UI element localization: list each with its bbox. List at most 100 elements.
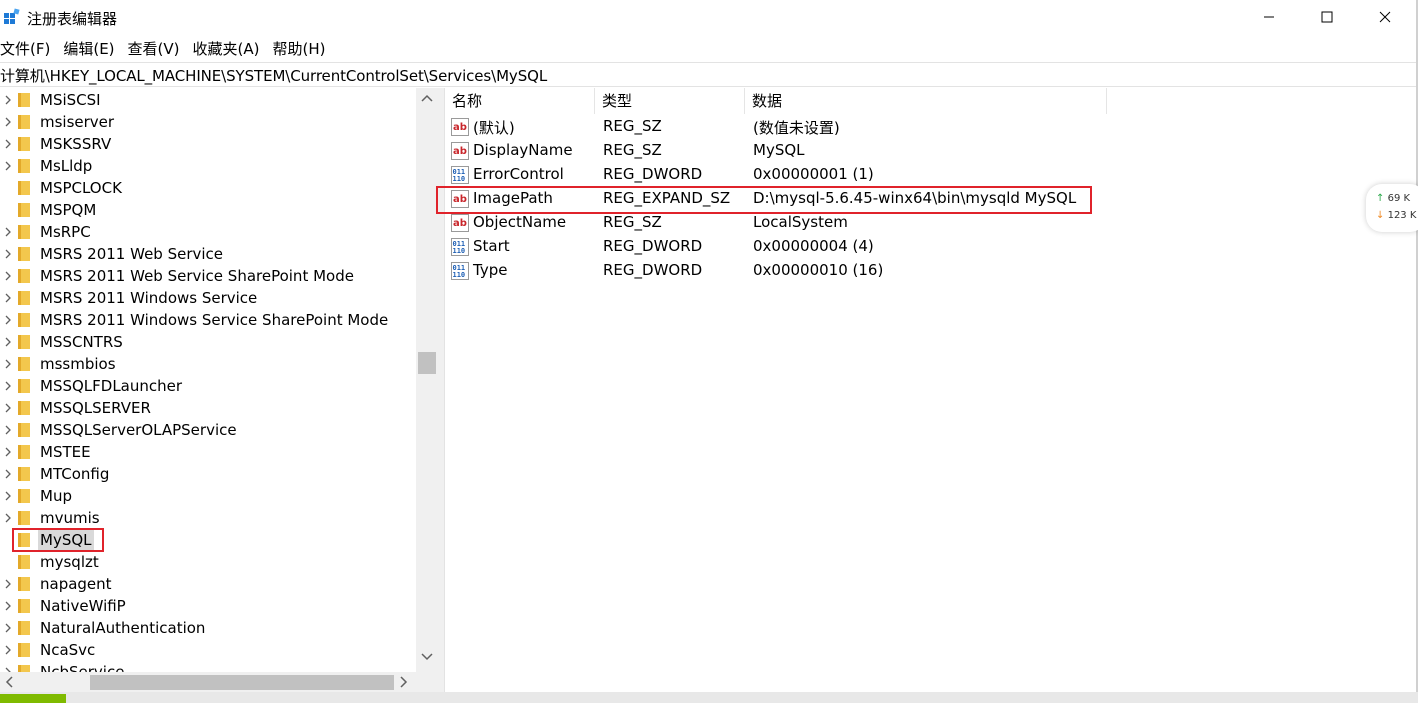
folder-icon [18, 555, 30, 569]
chevron-right-icon[interactable] [3, 578, 13, 590]
value-row[interactable]: 011 110 Start REG_DWORD 0x00000004 (4) [445, 235, 1145, 259]
tree-item[interactable]: MSKSSRV [0, 133, 416, 155]
tree-item[interactable]: MSPCLOCK [0, 177, 416, 199]
chevron-right-icon[interactable] [3, 402, 13, 414]
tree-item[interactable]: MSSQLFDLauncher [0, 375, 416, 397]
chevron-right-icon[interactable] [3, 468, 13, 480]
value-name: ErrorControl [473, 165, 564, 183]
menu-file[interactable]: 文件(F) [0, 38, 57, 60]
minimize-button[interactable] [1240, 0, 1298, 34]
tree-item-label: mysqlzt [40, 553, 99, 571]
tree-item[interactable]: MSRS 2011 Web Service SharePoint Mode [0, 265, 416, 287]
folder-icon [18, 269, 30, 283]
tree-item[interactable]: msiserver [0, 111, 416, 133]
value-name: Type [473, 261, 508, 279]
tree-item[interactable]: MsRPC [0, 221, 416, 243]
chevron-right-icon[interactable] [3, 138, 13, 150]
tree-item[interactable]: NativeWifiP [0, 595, 416, 617]
value-row[interactable]: 011 110 Type REG_DWORD 0x00000010 (16) [445, 259, 1145, 283]
chevron-right-icon[interactable] [3, 380, 13, 392]
column-header-type[interactable]: 类型 [595, 88, 745, 114]
chevron-right-icon[interactable] [3, 248, 13, 260]
chevron-right-icon[interactable] [3, 94, 13, 106]
menu-view[interactable]: 查看(V) [128, 38, 187, 60]
network-speed-widget[interactable]: ↑ 69 K ↓ 123 K [1366, 184, 1418, 232]
value-row[interactable]: ab DisplayName REG_SZ MySQL [445, 139, 1145, 163]
tree-item[interactable]: napagent [0, 573, 416, 595]
tree-item[interactable]: MSPQM [0, 199, 416, 221]
column-header-name[interactable]: 名称 [445, 88, 595, 114]
maximize-button[interactable] [1298, 0, 1356, 34]
chevron-right-icon[interactable] [3, 512, 13, 524]
chevron-right-icon[interactable] [3, 446, 13, 458]
chevron-right-icon[interactable] [3, 600, 13, 612]
folder-icon [18, 181, 30, 195]
column-header-data[interactable]: 数据 [745, 88, 1107, 114]
chevron-right-icon[interactable] [3, 622, 13, 634]
tree-item[interactable]: MSiSCSI [0, 89, 416, 111]
chevron-right-icon[interactable] [3, 424, 13, 436]
menu-edit[interactable]: 编辑(E) [63, 38, 121, 60]
value-type: REG_DWORD [603, 165, 703, 183]
tree-item[interactable]: MSSCNTRS [0, 331, 416, 353]
tree-vertical-scrollbar[interactable] [416, 88, 438, 672]
tree-item[interactable]: mssmbios [0, 353, 416, 375]
address-path[interactable]: 计算机\HKEY_LOCAL_MACHINE\SYSTEM\CurrentCon… [0, 65, 547, 86]
value-row[interactable]: ab (默认) REG_SZ (数值未设置) [445, 115, 1145, 139]
chevron-right-icon[interactable] [3, 160, 13, 172]
value-data: MySQL [753, 141, 805, 159]
tree-item[interactable]: mysqlzt [0, 551, 416, 573]
binary-value-icon: 011110 [451, 166, 469, 184]
chevron-right-icon[interactable] [3, 314, 13, 326]
menu-help[interactable]: 帮助(H) [272, 38, 332, 60]
tree-item-label: MSiSCSI [40, 91, 101, 109]
menu-favorites[interactable]: 收藏夹(A) [193, 38, 267, 60]
tree-horizontal-scroll-thumb[interactable] [90, 675, 394, 690]
chevron-right-icon[interactable] [3, 292, 13, 304]
chevron-right-icon[interactable] [3, 226, 13, 238]
value-data: LocalSystem [753, 213, 848, 231]
tree-item-label: NaturalAuthentication [40, 619, 206, 637]
scroll-down-icon[interactable] [421, 652, 433, 662]
tree-item[interactable]: mvumis [0, 507, 416, 529]
value-data: 0x00000004 (4) [753, 237, 874, 255]
chevron-right-icon[interactable] [3, 270, 13, 282]
tree-vertical-scroll-thumb[interactable] [418, 352, 436, 374]
mysql-highlight-box [12, 528, 104, 552]
tree-item[interactable]: MSTEE [0, 441, 416, 463]
tree-item[interactable]: MSSQLSERVER [0, 397, 416, 419]
key-tree-pane[interactable]: MSiSCSI msiserver MSKSSRV MsLldp MSPCLOCK MSP… [0, 88, 438, 692]
value-row[interactable]: ab ObjectName REG_SZ LocalSystem [445, 211, 1145, 235]
close-button[interactable] [1356, 0, 1414, 34]
tree-item[interactable]: NcaSvc [0, 639, 416, 661]
tree-horizontal-scrollbar[interactable] [0, 672, 416, 692]
tree-item[interactable]: MSRS 2011 Web Service [0, 243, 416, 265]
chevron-right-icon[interactable] [3, 644, 13, 656]
tree-item[interactable]: MSSQLServerOLAPService [0, 419, 416, 441]
tree-item[interactable]: NaturalAuthentication [0, 617, 416, 639]
tree-item[interactable]: MsLldp [0, 155, 416, 177]
folder-icon [18, 423, 30, 437]
tree-item[interactable]: MSRS 2011 Windows Service SharePoint Mod… [0, 309, 416, 331]
scroll-left-icon[interactable] [4, 676, 14, 688]
folder-icon [18, 577, 30, 591]
values-pane[interactable]: 名称 类型 数据 ab (默认) REG_SZ (数值未设置) ab DisplayNam… [436, 88, 1416, 692]
chevron-right-icon[interactable] [3, 336, 13, 348]
folder-icon [18, 203, 30, 217]
tree-item-label: MSKSSRV [40, 135, 112, 153]
tree-item[interactable]: Mup [0, 485, 416, 507]
chevron-right-icon[interactable] [3, 116, 13, 128]
scroll-up-icon[interactable] [421, 93, 433, 103]
tree-item[interactable]: MSRS 2011 Windows Service [0, 287, 416, 309]
value-row[interactable]: 011 110 ErrorControl REG_DWORD 0x00000001 (1… [445, 163, 1145, 187]
chevron-right-icon[interactable] [3, 358, 13, 370]
minimize-icon [1264, 16, 1274, 18]
value-type: REG_DWORD [603, 261, 703, 279]
scroll-right-icon[interactable] [399, 676, 409, 688]
tree-item-label: MSTEE [40, 443, 91, 461]
tree-item[interactable]: MTConfig [0, 463, 416, 485]
maximize-icon [1321, 11, 1333, 23]
address-bar[interactable]: 计算机\HKEY_LOCAL_MACHINE\SYSTEM\CurrentCon… [0, 62, 1418, 87]
chevron-right-icon[interactable] [3, 490, 13, 502]
binary-value-icon: 011110 [451, 262, 469, 280]
